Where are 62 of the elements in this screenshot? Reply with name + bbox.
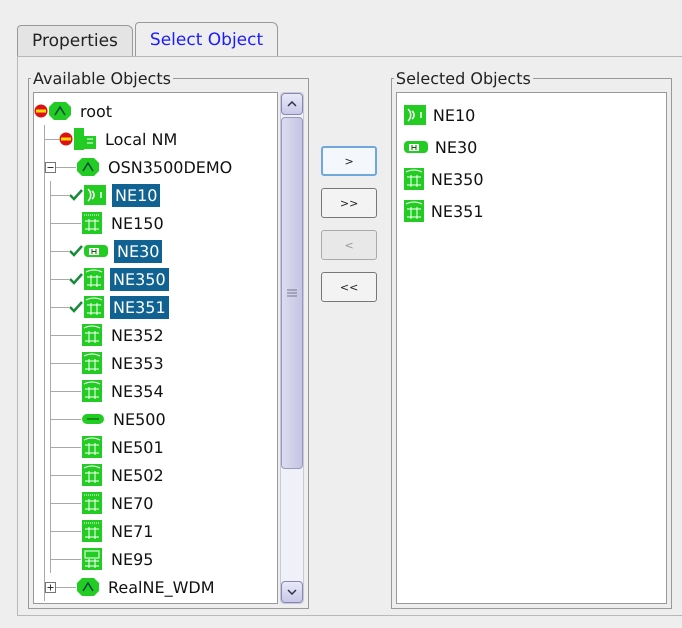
- move-button[interactable]: <<: [321, 272, 378, 302]
- grip-icon: [287, 289, 298, 297]
- list-item[interactable]: NE10: [432, 106, 476, 124]
- device-icon: [81, 379, 103, 403]
- tree-item[interactable]: NE71: [108, 520, 156, 542]
- device-icon: [83, 244, 109, 258]
- device-icon: [402, 167, 425, 191]
- device-icon: [402, 140, 429, 154]
- device-icon: [81, 211, 103, 235]
- list-item[interactable]: NE351: [430, 202, 484, 220]
- tree-item[interactable]: NE353: [108, 352, 167, 374]
- tree-item[interactable]: NE70: [108, 492, 156, 514]
- device-icon: [81, 413, 105, 425]
- check-icon: [69, 273, 83, 285]
- device-icon: [81, 519, 103, 543]
- device-icon: [83, 267, 105, 291]
- group-title: Available Objects: [32, 69, 172, 88]
- device-icon: [81, 323, 103, 347]
- check-icon: [69, 245, 83, 257]
- list-item[interactable]: NE350: [430, 170, 484, 188]
- check-icon: [69, 301, 83, 313]
- list-item[interactable]: NE30: [434, 138, 478, 156]
- tree-item[interactable]: NE354: [108, 380, 167, 402]
- device-icon: [81, 435, 103, 459]
- network-icon: [76, 157, 100, 177]
- tab[interactable]: Select Object: [134, 22, 278, 56]
- tree-item[interactable]: RealNE_WDM: [105, 576, 218, 598]
- tree-item[interactable]: NE500: [110, 408, 169, 430]
- device-icon: [402, 199, 425, 223]
- device-icon: [83, 184, 107, 206]
- network-icon: [48, 101, 72, 121]
- device-icon: [81, 351, 103, 375]
- scrollbar[interactable]: [280, 92, 304, 604]
- expander-icon[interactable]: [45, 582, 56, 592]
- device-icon: [81, 463, 103, 487]
- tree-item[interactable]: OSN3500DEMO: [105, 156, 236, 178]
- group-title: Selected Objects: [394, 69, 532, 88]
- tree-item[interactable]: NE501: [108, 436, 167, 458]
- scroll-thumb[interactable]: [281, 117, 304, 469]
- tree-item[interactable]: NE351: [110, 296, 169, 318]
- device-icon: [81, 491, 103, 515]
- tree-item[interactable]: root: [77, 100, 116, 122]
- tree-item[interactable]: NE95: [108, 548, 156, 570]
- scroll-up-button[interactable]: [281, 93, 304, 115]
- network-icon: [76, 577, 100, 597]
- tree-item[interactable]: NE352: [108, 324, 167, 346]
- tree-item[interactable]: NE150: [108, 212, 167, 234]
- tree-item[interactable]: NE350: [110, 268, 169, 290]
- tree-item[interactable]: NE502: [108, 464, 167, 486]
- move-button[interactable]: >>: [321, 188, 378, 218]
- tree-item[interactable]: NE10: [112, 184, 160, 206]
- device-icon: [83, 295, 105, 319]
- tree-item[interactable]: Local NM: [102, 128, 180, 150]
- check-icon: [69, 189, 83, 201]
- device-icon: [81, 547, 103, 571]
- move-button[interactable]: >: [321, 146, 378, 176]
- scroll-down-button[interactable]: [281, 581, 304, 603]
- expander-icon[interactable]: [45, 162, 56, 172]
- server-icon: [73, 128, 97, 150]
- device-icon: [402, 104, 427, 126]
- tree-item[interactable]: NE30: [114, 240, 162, 262]
- tab[interactable]: Properties: [17, 25, 133, 56]
